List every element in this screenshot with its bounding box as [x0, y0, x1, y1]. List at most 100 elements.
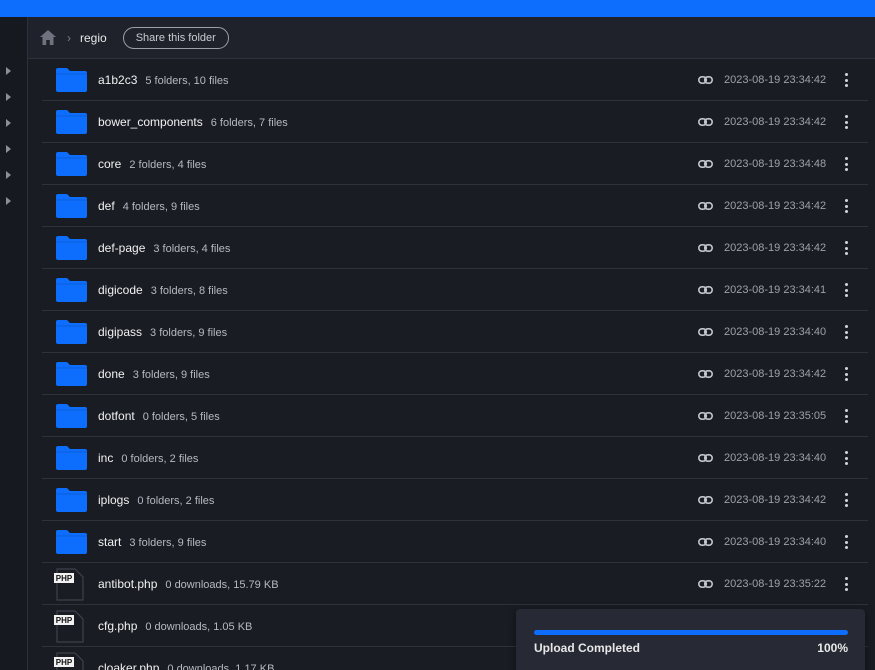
item-name[interactable]: done 3 folders, 9 files — [98, 367, 210, 381]
expand-arrow-icon[interactable] — [6, 119, 11, 127]
folder-icon — [56, 530, 87, 554]
expand-arrow-icon[interactable] — [6, 145, 11, 153]
link-icon[interactable] — [698, 283, 713, 297]
more-options-icon[interactable] — [842, 72, 850, 88]
item-name-text[interactable]: cfg.php — [98, 619, 137, 633]
item-name-text[interactable]: cloaker.php — [98, 661, 159, 670]
more-options-icon[interactable] — [842, 366, 850, 382]
folder-row[interactable]: digicode 3 folders, 8 files 2023-08-19 23:… — [42, 269, 868, 311]
link-icon[interactable] — [698, 451, 713, 465]
folder-row[interactable]: core 2 folders, 4 files 2023-08-19 23:34:4… — [42, 143, 868, 185]
more-options-icon[interactable] — [842, 156, 850, 172]
top-accent-bar — [0, 0, 875, 17]
expand-arrow-icon[interactable] — [6, 197, 11, 205]
item-name[interactable]: def-page 3 folders, 4 files — [98, 241, 230, 255]
link-icon[interactable] — [698, 367, 713, 381]
home-icon[interactable] — [40, 30, 56, 45]
more-options-icon[interactable] — [842, 114, 850, 130]
link-icon[interactable] — [698, 115, 713, 129]
item-date: 2023-08-19 23:34:40 — [724, 452, 827, 464]
item-name-text[interactable]: def-page — [98, 241, 145, 255]
item-meta: 6 folders, 7 files — [210, 117, 288, 129]
item-name[interactable]: dotfont 0 folders, 5 files — [98, 409, 220, 423]
expand-arrow-icon[interactable] — [6, 93, 11, 101]
folder-row[interactable]: inc 0 folders, 2 files 2023-08-19 23:34:40 — [42, 437, 868, 479]
file-type-badge: PHP — [56, 658, 73, 667]
folder-row[interactable]: a1b2c3 5 folders, 10 files 2023-08-19 23:3… — [42, 59, 868, 101]
item-name[interactable]: start 3 folders, 9 files — [98, 535, 206, 549]
item-name[interactable]: def 4 folders, 9 files — [98, 199, 200, 213]
more-options-icon[interactable] — [842, 198, 850, 214]
share-folder-button[interactable]: Share this folder — [122, 26, 229, 49]
item-name[interactable]: iplogs 0 folders, 2 files — [98, 493, 214, 507]
upload-status-panel: Upload Completed 100% — [516, 609, 865, 670]
item-name[interactable]: cfg.php 0 downloads, 1.05 KB — [98, 619, 252, 633]
item-name[interactable]: inc 0 folders, 2 files — [98, 451, 198, 465]
item-name-text[interactable]: core — [98, 157, 121, 171]
item-date: 2023-08-19 23:34:42 — [724, 74, 827, 86]
left-rail — [0, 17, 28, 670]
folder-row[interactable]: def-page 3 folders, 4 files 2023-08-19 23:… — [42, 227, 868, 269]
link-icon[interactable] — [698, 535, 713, 549]
link-icon[interactable] — [698, 199, 713, 213]
folder-row[interactable]: def 4 folders, 9 files 2023-08-19 23:34:42 — [42, 185, 868, 227]
more-options-icon[interactable] — [842, 408, 850, 424]
link-icon[interactable] — [698, 577, 713, 591]
item-name-text[interactable]: digipass — [98, 325, 142, 339]
item-name-text[interactable]: def — [98, 199, 115, 213]
link-icon[interactable] — [698, 493, 713, 507]
item-name-text[interactable]: dotfont — [98, 409, 135, 423]
item-meta: 3 folders, 9 files — [150, 327, 228, 339]
item-date: 2023-08-19 23:34:42 — [724, 242, 827, 254]
link-icon[interactable] — [698, 73, 713, 87]
more-options-icon[interactable] — [842, 492, 850, 508]
more-options-icon[interactable] — [842, 324, 850, 340]
link-icon[interactable] — [698, 409, 713, 423]
file-row[interactable]: PHP antibot.php 0 downloads, 15.79 KB 2023… — [42, 563, 868, 605]
item-name[interactable]: bower_components 6 folders, 7 files — [98, 115, 288, 129]
more-options-icon[interactable] — [842, 282, 850, 298]
expand-arrow-icon[interactable] — [6, 171, 11, 179]
item-name[interactable]: a1b2c3 5 folders, 10 files — [98, 73, 229, 87]
item-date: 2023-08-19 23:35:05 — [724, 410, 827, 422]
link-icon[interactable] — [698, 157, 713, 171]
item-name-text[interactable]: antibot.php — [98, 577, 157, 591]
folder-row[interactable]: iplogs 0 folders, 2 files 2023-08-19 23:34… — [42, 479, 868, 521]
item-name[interactable]: core 2 folders, 4 files — [98, 157, 206, 171]
item-date: 2023-08-19 23:35:22 — [724, 578, 827, 590]
expand-arrow-icon[interactable] — [6, 67, 11, 75]
item-name[interactable]: cloaker.php 0 downloads, 1.17 KB — [98, 661, 274, 670]
folder-row[interactable]: digipass 3 folders, 9 files 2023-08-19 23:… — [42, 311, 868, 353]
folder-row[interactable]: start 3 folders, 9 files 2023-08-19 23:34:… — [42, 521, 868, 563]
more-options-icon[interactable] — [842, 576, 850, 592]
php-file-icon: PHP — [53, 568, 86, 601]
folder-icon — [56, 152, 87, 176]
item-date: 2023-08-19 23:34:42 — [724, 368, 827, 380]
item-name-text[interactable]: a1b2c3 — [98, 73, 137, 87]
more-options-icon[interactable] — [842, 534, 850, 550]
item-date: 2023-08-19 23:34:40 — [724, 536, 827, 548]
item-meta: 3 folders, 9 files — [132, 369, 210, 381]
breadcrumb-current-folder[interactable]: regio — [80, 31, 107, 45]
link-icon[interactable] — [698, 325, 713, 339]
item-name[interactable]: digipass 3 folders, 9 files — [98, 325, 227, 339]
more-options-icon[interactable] — [842, 450, 850, 466]
link-icon[interactable] — [698, 241, 713, 255]
more-options-icon[interactable] — [842, 240, 850, 256]
item-name-text[interactable]: digicode — [98, 283, 143, 297]
folder-row[interactable]: dotfont 0 folders, 5 files 2023-08-19 23:3… — [42, 395, 868, 437]
item-name-text[interactable]: done — [98, 367, 125, 381]
item-name[interactable]: digicode 3 folders, 8 files — [98, 283, 228, 297]
item-name-text[interactable]: start — [98, 535, 121, 549]
item-name-text[interactable]: inc — [98, 451, 113, 465]
item-name-text[interactable]: bower_components — [98, 115, 203, 129]
folder-row[interactable]: done 3 folders, 9 files 2023-08-19 23:34:4… — [42, 353, 868, 395]
folder-icon — [56, 278, 87, 302]
item-name-text[interactable]: iplogs — [98, 493, 129, 507]
folder-row[interactable]: bower_components 6 folders, 7 files 2023-0… — [42, 101, 868, 143]
item-meta: 5 folders, 10 files — [145, 75, 229, 87]
item-name[interactable]: antibot.php 0 downloads, 15.79 KB — [98, 577, 279, 591]
item-date: 2023-08-19 23:34:42 — [724, 494, 827, 506]
item-meta: 0 folders, 5 files — [142, 411, 220, 423]
item-date: 2023-08-19 23:34:40 — [724, 326, 827, 338]
